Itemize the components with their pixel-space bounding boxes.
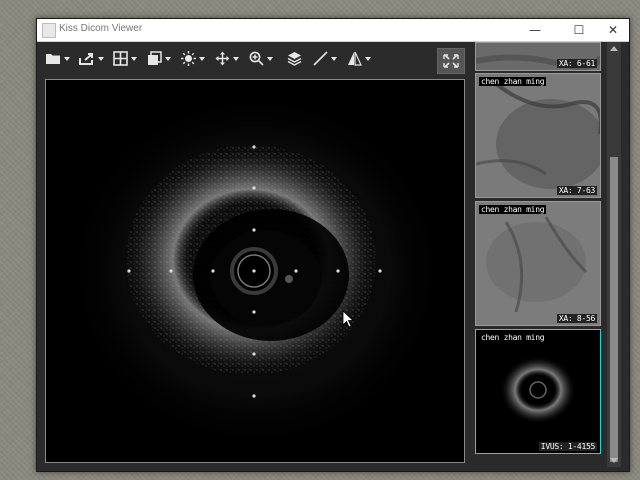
- thumbnail-series-label: XA: 6-61: [556, 59, 597, 68]
- thumbnail-series-4[interactable]: chen zhan ming IVUS: 1-4155: [475, 329, 601, 454]
- export-button[interactable]: [79, 50, 104, 68]
- minimize-button[interactable]: —: [519, 19, 551, 41]
- measure-line-button[interactable]: [313, 50, 337, 68]
- layers-button[interactable]: [287, 50, 302, 68]
- zoom-button[interactable]: [249, 50, 273, 68]
- title-bar[interactable]: Kiss Dicom Viewer — ☐ ✕: [37, 19, 629, 42]
- window-level-button[interactable]: [181, 50, 205, 68]
- xa-frame-image: [476, 202, 600, 325]
- layout-grid-icon: [113, 51, 128, 66]
- ivus-image: [66, 90, 446, 450]
- scroll-up-icon[interactable]: [610, 46, 618, 51]
- scroll-thumb[interactable]: [610, 157, 618, 462]
- thumbnail-panel: XA: 6-61 chen zhan ming XA: 7-63 chen zh…: [473, 42, 605, 465]
- thumbnail-scrollbar[interactable]: [607, 42, 621, 467]
- ivus-frame-image: [476, 330, 600, 453]
- open-file-button[interactable]: [45, 50, 70, 68]
- fullscreen-button[interactable]: [437, 48, 465, 74]
- fullscreen-icon: [443, 54, 459, 68]
- thumbnail-series-label: IVUS: 1-4155: [538, 442, 597, 451]
- scroll-down-icon[interactable]: [610, 458, 618, 463]
- brightness-icon: [181, 51, 196, 66]
- folder-open-icon: [46, 54, 60, 64]
- pan-move-icon: [215, 51, 230, 66]
- maximize-button[interactable]: ☐: [563, 19, 595, 41]
- app-icon: [42, 23, 56, 38]
- xa-frame-image: [476, 74, 600, 197]
- thumbnail-patient-name: chen zhan ming: [479, 205, 547, 214]
- close-button[interactable]: ✕: [597, 19, 629, 41]
- pan-button[interactable]: [215, 50, 239, 68]
- thumbnail-patient-name: chen zhan ming: [479, 333, 547, 342]
- thumbnail-patient-name: chen zhan ming: [479, 77, 547, 86]
- layers-icon: [287, 52, 302, 66]
- flip-triangle-icon: [348, 51, 362, 66]
- series-stack-icon: [148, 51, 162, 65]
- toolbar: [37, 42, 475, 78]
- thumbnail-series-1[interactable]: XA: 6-61: [475, 42, 601, 71]
- flip-button[interactable]: [347, 50, 371, 68]
- image-viewport[interactable]: [45, 79, 465, 463]
- thumbnail-series-label: XA: 7-63: [556, 186, 597, 195]
- zoom-icon: [249, 51, 264, 66]
- thumbnail-series-3[interactable]: chen zhan ming XA: 8-56: [475, 201, 601, 326]
- line-measure-icon: [313, 51, 328, 66]
- window-title: Kiss Dicom Viewer: [59, 23, 143, 34]
- thumbnail-series-label: XA: 8-56: [556, 314, 597, 323]
- series-layout-button[interactable]: [147, 50, 171, 68]
- layout-button[interactable]: [113, 50, 137, 68]
- thumbnail-series-2[interactable]: chen zhan ming XA: 7-63: [475, 73, 601, 198]
- export-icon: [79, 53, 93, 65]
- dicom-viewer-window: Kiss Dicom Viewer — ☐ ✕ XA: 6-61 chen zh…: [36, 18, 630, 472]
